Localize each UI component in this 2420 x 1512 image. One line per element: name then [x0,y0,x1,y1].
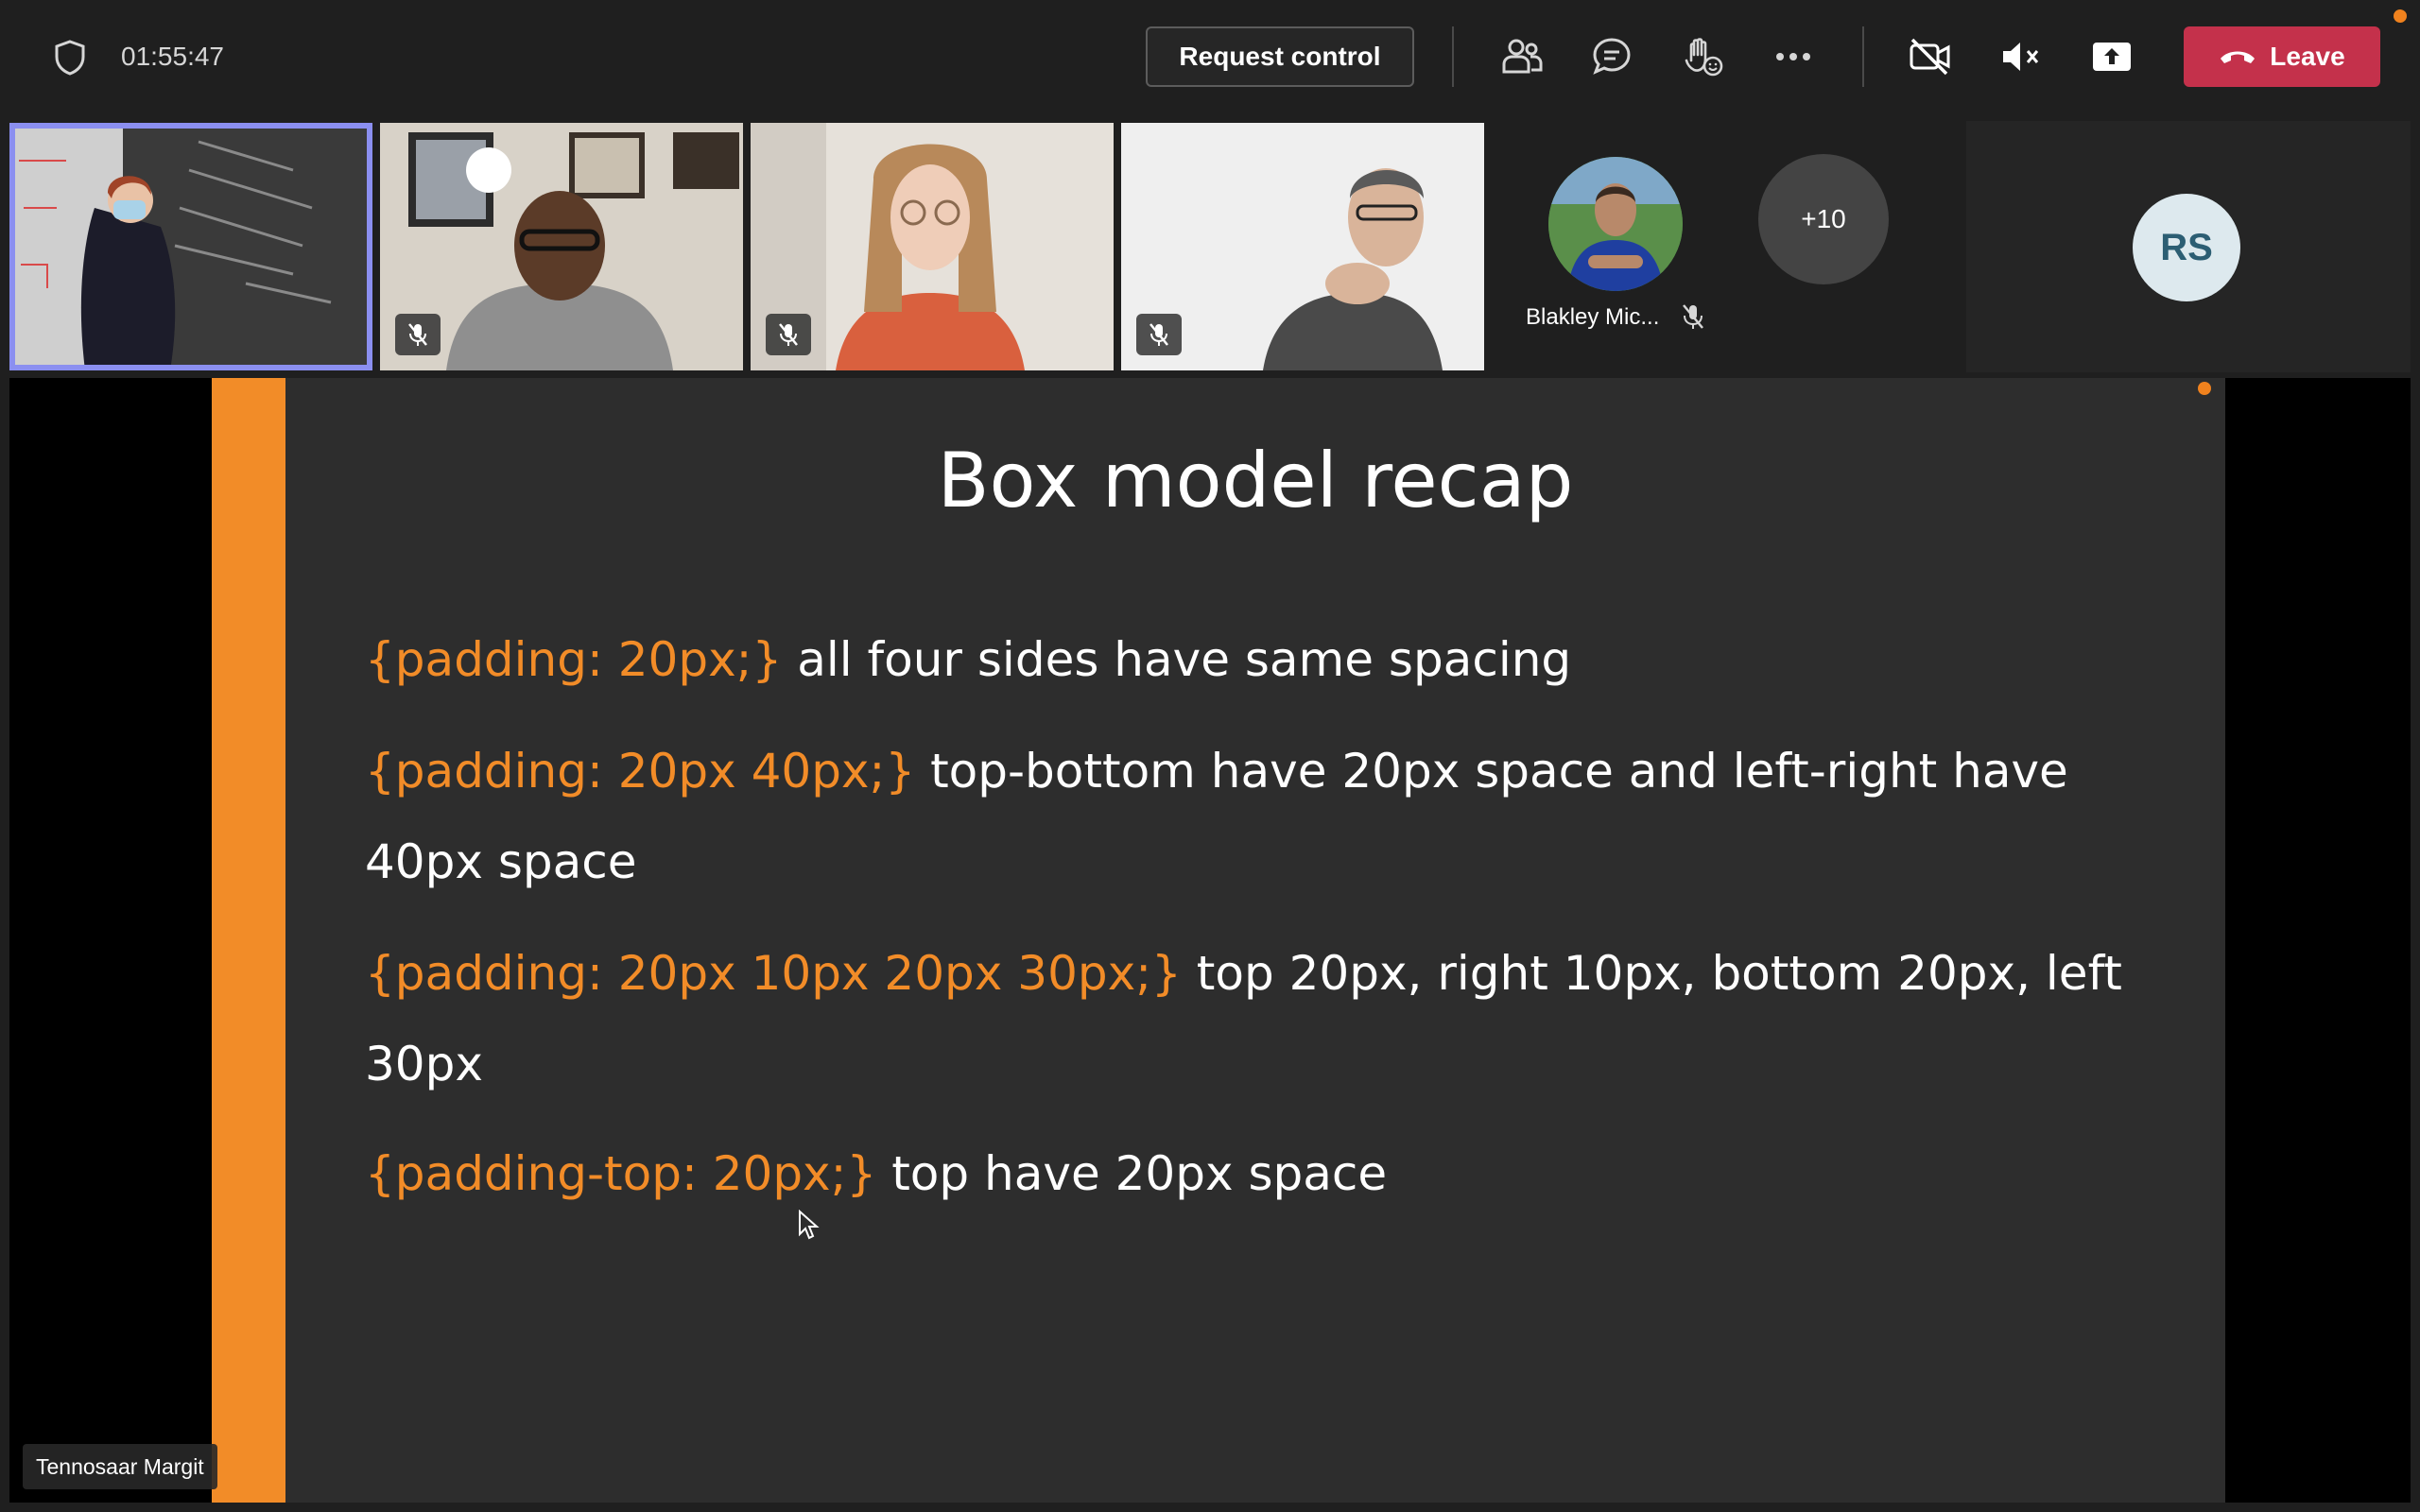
share-screen-icon[interactable] [2089,34,2135,79]
slide-bullet: {padding: 20px 40px;} top-bottom have 20… [365,726,2161,907]
initials-avatar: RS [2133,194,2240,301]
mic-off-icon [766,314,811,355]
more-participants-button[interactable]: +10 [1758,154,1889,284]
leave-label: Leave [2270,42,2345,71]
people-icon[interactable] [1499,34,1545,79]
bullet-text: all four sides have same spacing [782,632,1572,687]
presentation-slide: Box model recap {padding: 20px;} all fou… [212,378,2225,1503]
leave-button[interactable]: Leave [2184,26,2380,87]
participant-video-tile[interactable] [751,123,1114,370]
shared-screen: Box model recap {padding: 20px;} all fou… [9,378,2411,1503]
chat-icon[interactable] [1589,34,1634,79]
mouse-cursor-icon [798,1210,821,1242]
notification-dot [2394,9,2407,23]
code-snippet: {padding: 20px 10px 20px 30px;} [365,946,1182,1001]
mic-off-icon [1679,302,1707,331]
shield-icon[interactable] [54,40,86,76]
raise-hand-icon[interactable] [1680,34,1725,79]
toolbar-divider [1862,26,1864,87]
mic-off-icon [395,314,441,355]
recording-indicator [2198,382,2211,395]
participant-video-tile[interactable] [1121,123,1484,370]
slide-title: Box model recap [937,437,1574,524]
mic-off-icon [1136,314,1182,355]
participant-name: Blakley Mic... [1526,304,1660,330]
meeting-toolbar: 01:55:47 Request control Leave [0,0,2420,113]
slide-bullet: {padding: 20px 10px 20px 30px;} top 20px… [365,928,2161,1109]
request-control-button[interactable]: Request control [1146,26,1414,87]
mic-off-icon[interactable] [1998,34,2044,79]
participant-video-tile[interactable] [9,123,372,370]
toolbar-divider [1452,26,1454,87]
phone-hangup-icon [2219,47,2256,66]
more-icon[interactable] [1771,34,1816,79]
slide-bullet: {padding: 20px;} all four sides have sam… [365,614,2161,705]
bullet-text: top have 20px space [876,1146,1388,1201]
code-snippet: {padding: 20px;} [365,632,783,687]
slide-accent-bar [212,378,285,1503]
slide-bullet: {padding-top: 20px;} top have 20px space [365,1128,2161,1219]
presenter-name-label: Tennosaar Margit [23,1444,217,1489]
participant-avatar[interactable] [1548,157,1683,291]
meeting-timer: 01:55:47 [121,42,224,71]
code-snippet: {padding-top: 20px;} [365,1146,877,1201]
camera-off-icon[interactable] [1908,34,1953,79]
code-snippet: {padding: 20px 40px;} [365,744,916,799]
participant-video-tile[interactable] [380,123,743,370]
